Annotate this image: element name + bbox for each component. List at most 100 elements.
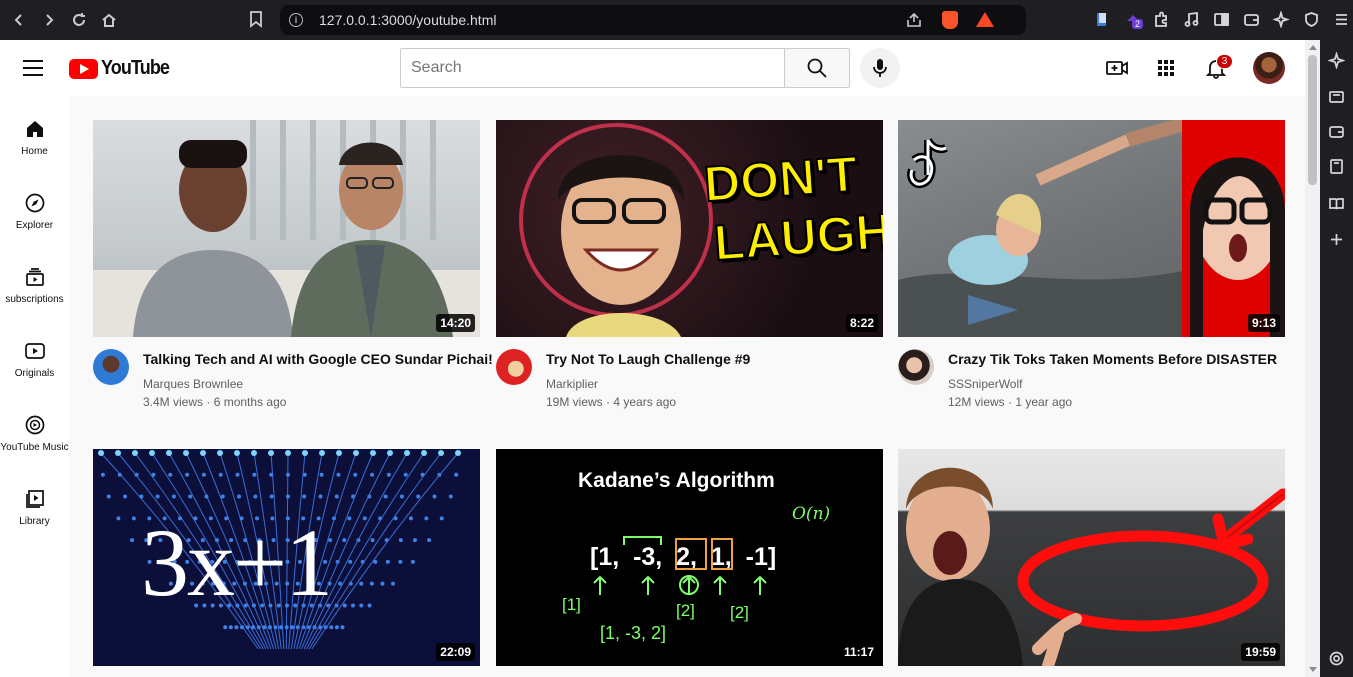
video-duration: 9:13 <box>1247 314 1280 332</box>
video-thumbnail[interactable]: 9:13 <box>898 120 1285 337</box>
thumbnail-art <box>898 467 1285 666</box>
video-thumbnail[interactable]: Kadane’s Algorithm O(n) [1, -3, 2, 1, -1… <box>496 449 883 666</box>
thumbnail-caption: 3x+1 <box>141 509 333 616</box>
video-duration: 14:20 <box>436 314 475 332</box>
video-duration: 22:09 <box>436 643 475 661</box>
view-count: 19M views <box>546 395 603 409</box>
upload-age: 1 year ago <box>1015 395 1073 409</box>
channel-avatar[interactable] <box>93 349 129 385</box>
wallet-icon[interactable] <box>1241 9 1261 29</box>
video-stats: 12M views · 1 year ago <box>948 395 1073 409</box>
thumbnail-annotations <box>593 536 767 595</box>
video-title[interactable]: Talking Tech and AI with Google CEO Sund… <box>143 351 493 367</box>
notification-count-badge: 3 <box>1216 54 1233 69</box>
settings-gear-icon[interactable] <box>1328 650 1345 667</box>
scrollbar-thumb[interactable] <box>1308 55 1317 185</box>
video-title[interactable]: Crazy Tik Toks Taken Moments Before DISA… <box>948 351 1277 367</box>
nav-label: Home <box>21 146 48 157</box>
home-browser-icon[interactable] <box>94 5 124 35</box>
video-card[interactable]: Kadane’s Algorithm O(n) [1, -3, 2, 1, -1… <box>496 449 883 666</box>
video-thumbnail[interactable]: 19:59 <box>898 449 1285 666</box>
thumbnail-art <box>898 120 1285 337</box>
upload-age: 6 months ago <box>213 395 287 409</box>
video-card[interactable]: 9:13 Crazy Tik Toks Taken Moments Before… <box>898 120 1285 427</box>
nav-label: subscriptions <box>5 294 64 305</box>
extension-badge: 2 <box>1132 19 1144 29</box>
nav-item-youtube-music[interactable]: YouTube Music <box>0 414 69 488</box>
nav-item-home[interactable]: Home <box>0 118 69 192</box>
tab-sidebar-icon[interactable] <box>1328 88 1345 105</box>
forward-icon[interactable] <box>34 5 64 35</box>
scroll-down-arrow-icon[interactable] <box>1309 667 1317 672</box>
youtube-logo[interactable]: YouTube <box>69 57 177 80</box>
user-avatar[interactable] <box>1253 52 1285 84</box>
music-note-icon[interactable] <box>1181 9 1201 29</box>
view-count: 3.4M views <box>143 395 204 409</box>
thumbnail-sub-4: [1, -3, 2] <box>600 623 667 643</box>
url-text: 127.0.0.1:3000/youtube.html <box>319 12 497 28</box>
video-thumbnail[interactable]: 14:20 <box>93 120 480 337</box>
extension-doc-icon[interactable] <box>1091 9 1111 29</box>
voice-search-button[interactable] <box>860 48 900 88</box>
compass-icon <box>25 193 44 213</box>
back-icon[interactable] <box>4 5 34 35</box>
bookmark-icon[interactable] <box>248 10 264 33</box>
extension-hat-icon[interactable]: 2 <box>1123 9 1144 29</box>
search-icon <box>807 58 827 78</box>
nav-label: Originals <box>14 368 55 379</box>
site-info-icon[interactable]: i <box>289 13 303 27</box>
leo-sidebar-icon[interactable] <box>1327 51 1346 70</box>
video-title[interactable]: Try Not To Laugh Challenge #9 <box>546 351 750 367</box>
video-thumbnail[interactable]: DON'T LAUGH 8:22 <box>496 120 883 337</box>
address-bar[interactable]: i 127.0.0.1:3000/youtube.html <box>280 5 1026 35</box>
channel-avatar[interactable] <box>898 349 934 385</box>
nav-item-subscriptions[interactable]: subscriptions <box>0 266 69 340</box>
brave-rewards-icon[interactable] <box>976 12 994 27</box>
add-sidebar-icon[interactable] <box>1328 231 1345 248</box>
channel-avatar[interactable] <box>496 349 532 385</box>
vpn-shield-icon[interactable] <box>1301 9 1321 29</box>
thumbnail-sub-1: [1] <box>562 595 581 614</box>
sidebar-toggle-icon[interactable] <box>1211 9 1231 29</box>
logo-text: YouTube <box>101 57 170 79</box>
bookmarks-sidebar-icon[interactable] <box>1328 158 1345 175</box>
brave-shields-icon[interactable] <box>942 11 958 29</box>
search-input[interactable] <box>400 48 785 88</box>
create-video-icon[interactable] <box>1105 56 1129 80</box>
nav-item-originals[interactable]: Originals <box>0 340 69 414</box>
view-count: 12M views <box>948 395 1005 409</box>
hamburger-menu-icon[interactable] <box>23 60 43 76</box>
video-duration: 11:17 <box>839 643 878 661</box>
video-duration: 19:59 <box>1241 643 1280 661</box>
left-nav: Home Explorer subscriptions Originals Yo… <box>0 96 69 677</box>
extensions-puzzle-icon[interactable] <box>1151 9 1171 29</box>
video-grid: 14:20 Talking Tech and AI with Google CE… <box>69 96 1305 677</box>
wallet-sidebar-icon[interactable] <box>1328 123 1345 140</box>
reload-icon[interactable] <box>64 5 94 35</box>
video-card[interactable]: DON'T LAUGH 8:22 Try Not To Laugh Challe… <box>496 120 883 427</box>
channel-name[interactable]: Marques Brownlee <box>143 377 243 391</box>
library-icon <box>25 490 44 508</box>
scroll-up-arrow-icon[interactable] <box>1309 45 1317 50</box>
music-icon <box>25 415 44 435</box>
video-card[interactable]: 14:20 Talking Tech and AI with Google CE… <box>93 120 493 427</box>
apps-grid-icon[interactable] <box>1154 56 1178 80</box>
video-card[interactable]: 19:59 <box>898 449 1285 666</box>
page-scrollbar[interactable] <box>1305 40 1320 677</box>
channel-name[interactable]: Markiplier <box>546 377 598 391</box>
leo-ai-icon[interactable] <box>1271 9 1291 29</box>
nav-item-explorer[interactable]: Explorer <box>0 192 69 266</box>
search-button[interactable] <box>784 48 850 88</box>
subscriptions-icon <box>25 268 44 286</box>
thumbnail-caption-1: DON'T <box>701 145 860 214</box>
thumbnail-sub-2: [2] <box>676 601 695 620</box>
video-duration: 8:22 <box>845 314 878 332</box>
nav-item-library[interactable]: Library <box>0 488 69 562</box>
nav-label: Explorer <box>15 220 54 231</box>
channel-name[interactable]: SSSniperWolf <box>948 377 1022 391</box>
reading-list-icon[interactable] <box>1328 195 1345 212</box>
menu-icon[interactable] <box>1331 9 1351 29</box>
share-icon[interactable] <box>905 12 923 33</box>
video-card[interactable]: 3x+1 22:09 <box>93 449 480 666</box>
video-thumbnail[interactable]: 3x+1 22:09 <box>93 449 480 666</box>
